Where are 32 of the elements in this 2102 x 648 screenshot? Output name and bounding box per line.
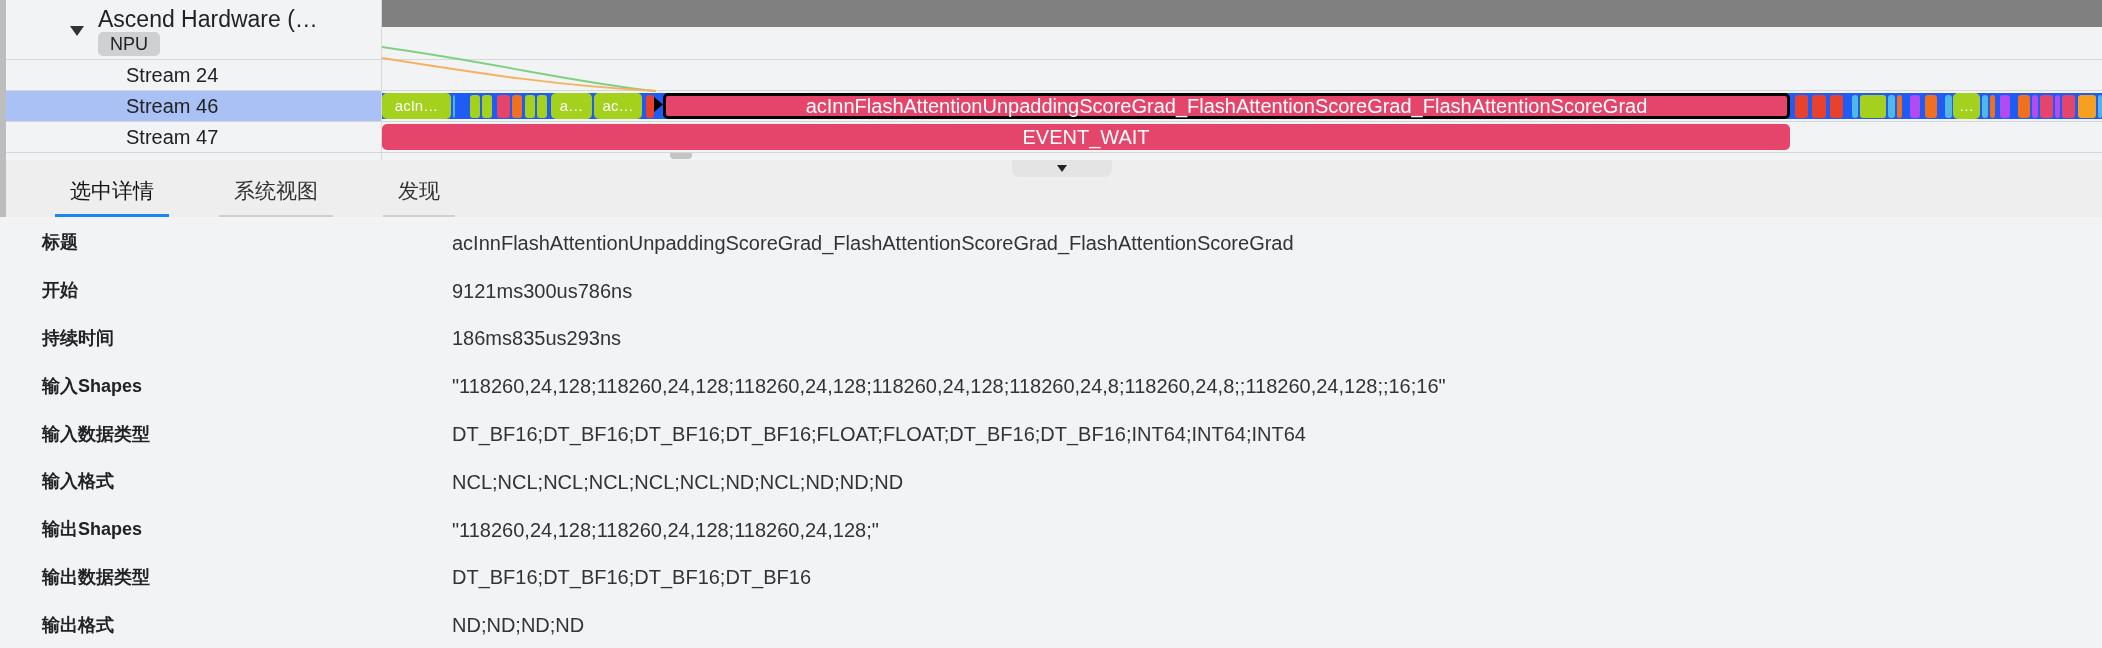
field-value: NCL;NCL;NCL;NCL;NCL;NCL;ND;NCL;ND;ND;ND [452,469,905,495]
tab[interactable]: 系统视图 [219,167,333,217]
device-tag: NPU [98,32,160,56]
field-value: 9121ms300us786ns [452,278,634,304]
field-label: 输出格式 [40,613,115,637]
trace-slice[interactable]: EVENT_WAIT [382,124,1790,150]
trace-slices-drawing [646,95,654,118]
field-value: acInnFlashAttentionUnpaddingScoreGrad_FlashAttentionScoreGrad_FlashAttentionScoreGrad [452,230,1295,257]
field-label: 输入Shapes [40,374,144,398]
panel-toggle-handle[interactable] [1012,160,1112,177]
tab[interactable]: 选中详情 [55,167,169,217]
field-label: 输入格式 [40,470,115,494]
field-label: 输出数据类型 [40,565,151,589]
field-value: DT_BF16;DT_BF16;DT_BF16;DT_BF16;FLOAT;FLOAT;DT_BF16;DT_BF16;INT64;INT64;INT64 [452,422,1307,448]
field-value: "118260,24,128;118260,24,128;118260,24,128;" [452,517,880,543]
field-value: ND;ND;ND;ND [452,613,586,639]
scrollbar-thumb[interactable] [670,153,692,159]
field-label: 开始 [41,279,79,303]
field-value: "118260,24,128;118260,24,128;118260,24,128;118260,24,128;118260,24,8;118260,24,8;;118260,24,128;;16;16" [452,374,1447,400]
tree-row[interactable]: Stream 46 [6,91,381,122]
trace-slice[interactable]: acInnFlashAttentionUnpaddingScoreGrad_FlashAttentionScoreGrad_FlashAttentionScoreGrad [663,93,1790,119]
group-title: Ascend Hardware (… [98,6,318,32]
field-value: 186ms835us293ns [452,326,622,352]
field-label: 标题 [40,231,79,255]
field-label: 输入数据类型 [40,422,151,446]
collapse-icon[interactable] [70,26,84,36]
tree-row[interactable]: Stream 47 [6,122,381,153]
caret-icon [1057,165,1067,172]
tab[interactable]: 发现 [383,167,455,217]
field-value: DT_BF16;DT_BF16;DT_BF16;DT_BF16 [452,565,812,591]
field-label: 输出Shapes [40,518,144,542]
field-label: 持续时间 [41,327,115,350]
